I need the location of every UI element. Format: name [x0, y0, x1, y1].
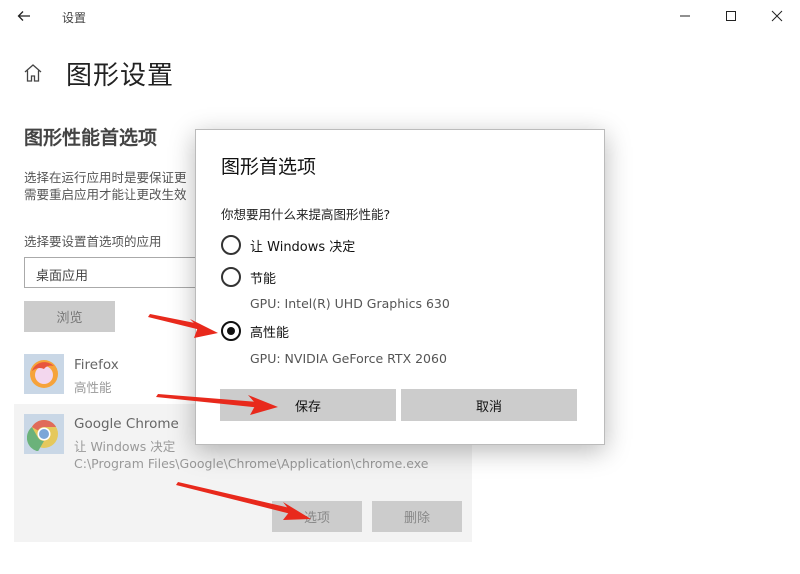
gpu-info: GPU: NVIDIA GeForce RTX 2060	[250, 351, 447, 366]
app-preference: 高性能	[74, 380, 112, 395]
save-button[interactable]: 保存	[220, 389, 396, 421]
title-bar: 设置	[0, 0, 800, 32]
description-line-1: 选择在运行应用时是要保证更	[24, 170, 187, 185]
options-button[interactable]: 选项	[272, 501, 362, 532]
radio-label: 让 Windows 决定	[250, 239, 356, 255]
window-title: 设置	[62, 11, 87, 25]
radio-option-power-saving[interactable]: 节能	[221, 267, 276, 287]
app-path: C:\Program Files\Google\Chrome\Applicati…	[74, 456, 429, 471]
radio-label: 节能	[250, 271, 277, 287]
radio-button[interactable]	[221, 267, 241, 287]
minimize-button[interactable]	[662, 0, 708, 32]
maximize-icon	[726, 11, 736, 21]
radio-button[interactable]	[221, 235, 241, 255]
close-icon	[771, 10, 783, 22]
gpu-info: GPU: Intel(R) UHD Graphics 630	[250, 296, 450, 311]
radio-option-high-performance[interactable]: 高性能	[221, 321, 289, 341]
graphics-preference-dialog: 图形首选项 你想要用什么来提高图形性能? 让 Windows 决定 节能 GPU…	[195, 129, 605, 445]
close-button[interactable]	[754, 0, 800, 32]
chrome-icon	[24, 414, 64, 454]
app-type-label: 选择要设置首选项的应用	[24, 234, 162, 249]
delete-button[interactable]: 删除	[372, 501, 462, 532]
description-line-2: 需要重启应用才能让更改生效	[24, 187, 187, 202]
firefox-icon	[24, 354, 64, 394]
app-name: Google Chrome	[74, 416, 179, 432]
radio-label: 高性能	[250, 325, 290, 341]
home-button[interactable]	[22, 62, 44, 88]
radio-button-checked[interactable]	[221, 321, 241, 341]
minimize-icon	[680, 15, 690, 17]
app-preference: 让 Windows 决定	[74, 439, 176, 454]
maximize-button[interactable]	[708, 0, 754, 32]
section-description: 选择在运行应用时是要保证更 需要重启应用才能让更改生效	[24, 169, 204, 203]
page-title: 图形设置	[66, 61, 175, 91]
app-name: Firefox	[74, 357, 119, 373]
cancel-button[interactable]: 取消	[401, 389, 577, 421]
dialog-title: 图形首选项	[221, 156, 317, 178]
app-type-select[interactable]: 桌面应用	[24, 257, 214, 288]
back-button[interactable]	[8, 0, 40, 32]
dialog-question: 你想要用什么来提高图形性能?	[221, 207, 391, 222]
browse-button[interactable]: 浏览	[24, 301, 115, 332]
home-icon	[24, 64, 42, 82]
radio-option-windows-decide[interactable]: 让 Windows 决定	[221, 235, 355, 255]
section-title: 图形性能首选项	[24, 127, 158, 149]
arrow-left-icon	[17, 11, 30, 21]
